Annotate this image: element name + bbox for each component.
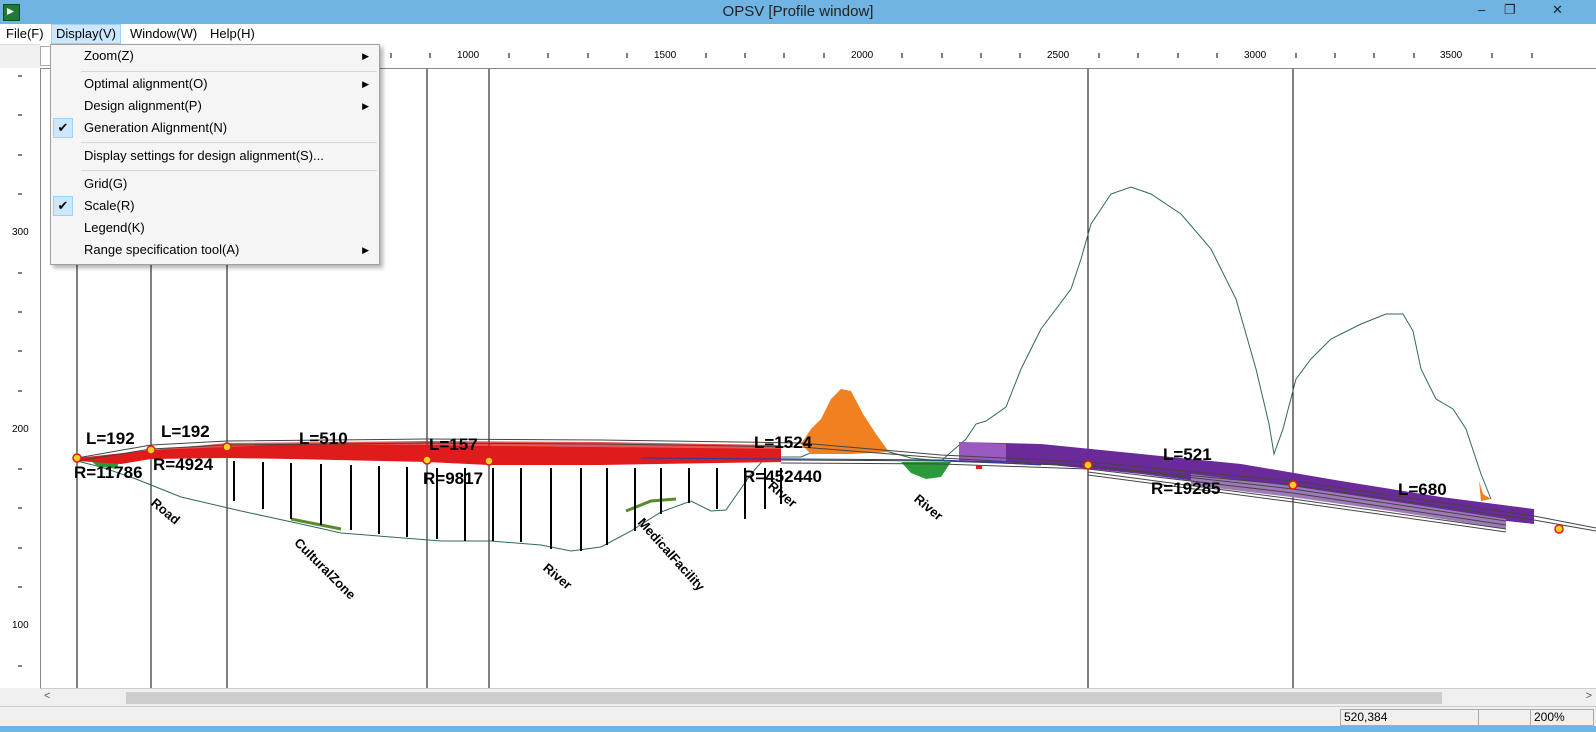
vertical-ruler: 300 200 100 [0,68,41,688]
menu-window[interactable]: Window(W) [126,25,201,43]
menu-item-label: Scale(R) [84,198,135,213]
scroll-thumb[interactable] [126,692,1442,704]
bridge-piers [233,461,782,551]
length-label: L=521 [1163,445,1212,464]
scroll-left-arrow[interactable]: < [44,690,50,702]
menu-item-design-alignment[interactable]: Design alignment(P) ▶ [51,95,379,117]
menu-separator [81,170,377,171]
x-label-1500: 1500 [654,50,677,61]
menu-item-label: Optimal alignment(O) [84,76,208,91]
menu-item-generation-alignment[interactable]: ✔ Generation Alignment(N) [51,117,379,139]
menu-item-zoom[interactable]: Zoom(Z) ▶ [51,45,379,67]
radius-label: R=19285 [1151,479,1221,498]
menu-item-label: Range specification tool(A) [84,242,240,257]
menu-item-label: Legend(K) [84,220,145,235]
submenu-arrow-icon: ▶ [362,51,369,61]
zoom-level: 200% [1530,709,1594,726]
radius-label: R=4924 [153,455,214,474]
menu-item-optimal-alignment[interactable]: Optimal alignment(O) ▶ [51,73,379,95]
check-icon: ✔ [53,196,73,216]
length-label: L=192 [161,422,210,441]
length-label: L=157 [429,435,478,454]
menu-item-label: Display settings for design alignment(S)… [84,148,324,163]
coordinate-readout: 520,384 [1340,709,1480,726]
restore-button[interactable]: ❐ [1504,2,1516,18]
close-button[interactable]: ✕ [1552,2,1563,18]
y-label-300: 300 [12,227,29,238]
y-label-200: 200 [12,424,29,435]
length-label: L=192 [86,429,135,448]
menu-help[interactable]: Help(H) [206,25,259,43]
minimize-button[interactable]: ‒ [1478,2,1485,17]
menu-item-legend[interactable]: Legend(K) [51,217,379,239]
length-label: L=1524 [754,433,813,452]
menu-item-label: Design alignment(P) [84,98,202,113]
submenu-arrow-icon: ▶ [362,101,369,111]
menu-item-label: Grid(G) [84,176,128,191]
x-label-3000: 3000 [1244,50,1267,61]
length-label: L=680 [1398,480,1447,499]
menu-item-grid[interactable]: Grid(G) [51,173,379,195]
check-icon: ✔ [53,118,73,138]
x-label-1000: 1000 [457,50,480,61]
menu-item-display-settings[interactable]: Display settings for design alignment(S)… [51,145,379,167]
length-label: L=510 [299,429,348,448]
status-empty [1478,709,1532,726]
menu-separator [81,142,377,143]
menu-bar: File(F) Display(V) Window(W) Help(H) [0,24,1596,45]
menu-display[interactable]: Display(V) [51,24,121,44]
submenu-arrow-icon: ▶ [362,79,369,89]
radius-label: R=9817 [423,469,484,488]
display-menu-dropdown: Zoom(Z) ▶ Optimal alignment(O) ▶ Design … [50,44,380,265]
window-border [0,726,1596,732]
x-label-3500: 3500 [1440,50,1463,61]
menu-item-label: Zoom(Z) [84,48,134,63]
menu-separator [81,71,377,72]
menu-item-label: Generation Alignment(N) [84,120,228,135]
y-label-100: 100 [12,620,29,631]
horizontal-scrollbar[interactable]: < > [40,688,1596,707]
radius-label: R=11786 [74,463,143,482]
submenu-arrow-icon: ▶ [362,245,369,255]
scroll-right-arrow[interactable]: > [1586,690,1592,702]
x-label-2500: 2500 [1047,50,1070,61]
menu-file[interactable]: File(F) [2,25,48,43]
x-label-2000: 2000 [851,50,874,61]
window-title: OPSV [Profile window] [722,3,874,20]
status-bar: 520,384 200% [0,706,1596,727]
menu-item-range-tool[interactable]: Range specification tool(A) ▶ [51,239,379,261]
title-bar: OPSV [Profile window] ‒ ❐ ✕ [0,0,1596,24]
menu-item-scale[interactable]: ✔ Scale(R) [51,195,379,217]
